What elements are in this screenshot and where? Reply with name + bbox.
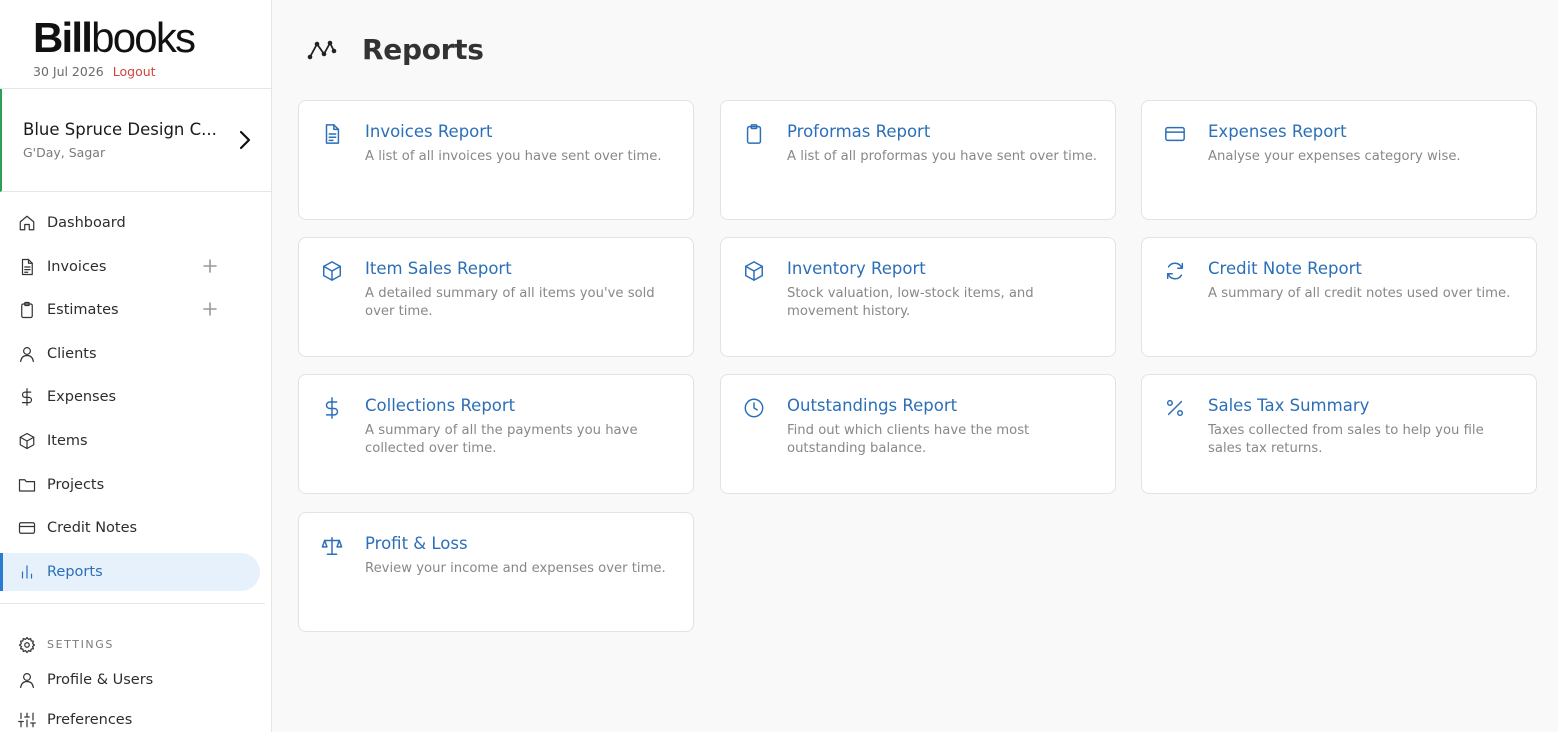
add-invoice-plus-icon[interactable]: [203, 258, 217, 273]
report-card-item-sales[interactable]: Item Sales Report A detailed summary of …: [298, 237, 694, 357]
page-title: Reports: [362, 33, 484, 66]
settings-label: SETTINGS: [47, 638, 114, 652]
sidebar-item-estimates[interactable]: Estimates: [0, 291, 260, 329]
sidebar: Billbooks 30 Jul 2026 Logout Blue Spruce…: [0, 0, 272, 732]
sidebar-item-label: Invoices: [47, 258, 107, 275]
sidebar-item-profile-users[interactable]: Profile & Users: [0, 662, 271, 698]
credit-card-icon: [18, 522, 36, 535]
sidebar-item-label: Preferences: [47, 711, 133, 728]
report-title: Invoices Report: [365, 122, 493, 141]
sidebar-item-label: Reports: [47, 563, 103, 580]
sidebar-item-clients[interactable]: Clients: [0, 335, 260, 373]
report-card-collections[interactable]: Collections Report A summary of all the …: [298, 374, 694, 494]
sidebar-item-expenses[interactable]: Expenses: [0, 378, 260, 416]
report-card-credit-note[interactable]: Credit Note Report A summary of all cred…: [1141, 237, 1537, 357]
sidebar-item-label: Items: [47, 432, 88, 449]
user-icon: [20, 672, 34, 688]
report-description: Analyse your expenses category wise.: [1208, 149, 1461, 164]
box-icon: [19, 432, 35, 450]
scale-icon: [321, 537, 343, 555]
bar-chart-icon: [21, 565, 33, 579]
report-card-proformas[interactable]: Proformas Report A list of all proformas…: [720, 100, 1116, 220]
report-title: Credit Note Report: [1208, 259, 1362, 278]
activity-icon: [307, 40, 337, 59]
sidebar-item-label: Estimates: [47, 302, 119, 319]
sidebar-item-items[interactable]: Items: [0, 422, 260, 460]
current-date: 30 Jul 2026: [33, 64, 104, 79]
report-description: A summary of all credit notes used over …: [1208, 286, 1511, 301]
refresh-icon: [1166, 262, 1184, 280]
user-icon: [20, 346, 34, 362]
billbooks-logo[interactable]: Billbooks: [33, 17, 271, 59]
report-description: A summary of all the payments you have c…: [365, 423, 638, 456]
sidebar-item-label: Dashboard: [47, 215, 126, 231]
report-card-profit-loss[interactable]: Profit & Loss Review your income and exp…: [298, 512, 694, 632]
company-switcher[interactable]: Blue Spruce Design C... G'Day, Sagar: [0, 89, 271, 192]
sidebar-item-preferences[interactable]: Preferences: [0, 702, 271, 732]
report-description: Taxes collected from sales to help you f…: [1208, 423, 1484, 456]
report-card-inventory[interactable]: Inventory Report Stock valuation, low-st…: [720, 237, 1116, 357]
gear-icon: [18, 636, 36, 653]
report-description: A list of all proformas you have sent ov…: [787, 149, 1098, 164]
sidebar-item-invoices[interactable]: Invoices: [0, 248, 260, 286]
report-title: Inventory Report: [787, 259, 926, 278]
report-description: Stock valuation, low-stock items, and mo…: [787, 286, 1034, 319]
company-name: Blue Spruce Design C...: [23, 120, 217, 139]
add-estimate-plus-icon[interactable]: [203, 302, 217, 316]
sidebar-item-credit-notes[interactable]: Credit Notes: [0, 509, 260, 547]
box-icon: [323, 261, 341, 281]
dollar-icon: [21, 388, 33, 407]
page-header: Reports: [307, 33, 484, 66]
sidebar-item-reports[interactable]: Reports: [0, 552, 260, 591]
settings-heading: SETTINGS: [0, 635, 271, 655]
sidebar-item-projects[interactable]: Projects: [0, 466, 260, 504]
percent-icon: [1166, 399, 1184, 417]
sidebar-item-dashboard[interactable]: Dashboard: [0, 204, 260, 242]
report-card-invoices[interactable]: Invoices Report A list of all invoices y…: [298, 100, 694, 220]
sidebar-item-label: Projects: [47, 476, 105, 493]
home-icon: [19, 215, 35, 231]
clipboard-icon: [21, 302, 33, 319]
sidebar-item-label: Expenses: [47, 389, 117, 406]
report-title: Outstandings Report: [787, 396, 958, 415]
report-title: Collections Report: [365, 396, 516, 415]
main-content: Reports Invoices Report A list of all in…: [273, 0, 1558, 732]
clipboard-icon: [746, 124, 762, 144]
report-card-expenses[interactable]: Expenses Report Analyse your expenses ca…: [1141, 100, 1537, 220]
report-description: Review your income and expenses over tim…: [365, 561, 666, 576]
report-title: Proformas Report: [787, 122, 931, 141]
box-icon: [745, 261, 763, 281]
document-icon: [325, 124, 340, 144]
report-description: A list of all invoices you have sent ove…: [365, 149, 662, 164]
company-greeting: G'Day, Sagar: [23, 145, 106, 160]
chevron-right-icon: [239, 130, 251, 150]
report-description: Find out which clients have the most out…: [787, 423, 1030, 456]
report-title: Sales Tax Summary: [1208, 396, 1370, 415]
brand-area: Billbooks 30 Jul 2026 Logout: [0, 0, 271, 89]
report-card-sales-tax[interactable]: Sales Tax Summary Taxes collected from s…: [1141, 374, 1537, 494]
dollar-icon: [325, 397, 339, 419]
report-description: A detailed summary of all items you've s…: [365, 286, 655, 319]
main-nav: Dashboard Invoices Estimates Clients Exp…: [0, 192, 271, 732]
document-icon: [21, 258, 33, 275]
report-card-outstandings[interactable]: Outstandings Report Find out which clien…: [720, 374, 1116, 494]
sidebar-item-label: Credit Notes: [47, 520, 138, 537]
report-title: Profit & Loss: [365, 534, 468, 553]
credit-card-icon: [1165, 126, 1185, 142]
nav-divider: [0, 602, 265, 604]
folder-icon: [18, 478, 36, 492]
sidebar-item-label: Clients: [47, 345, 97, 362]
logout-link[interactable]: Logout: [113, 64, 156, 80]
sidebar-item-label: Profile & Users: [47, 671, 154, 688]
clock-icon: [744, 398, 764, 418]
report-title: Item Sales Report: [365, 259, 512, 278]
report-title: Expenses Report: [1208, 122, 1347, 141]
sliders-icon: [18, 712, 36, 728]
